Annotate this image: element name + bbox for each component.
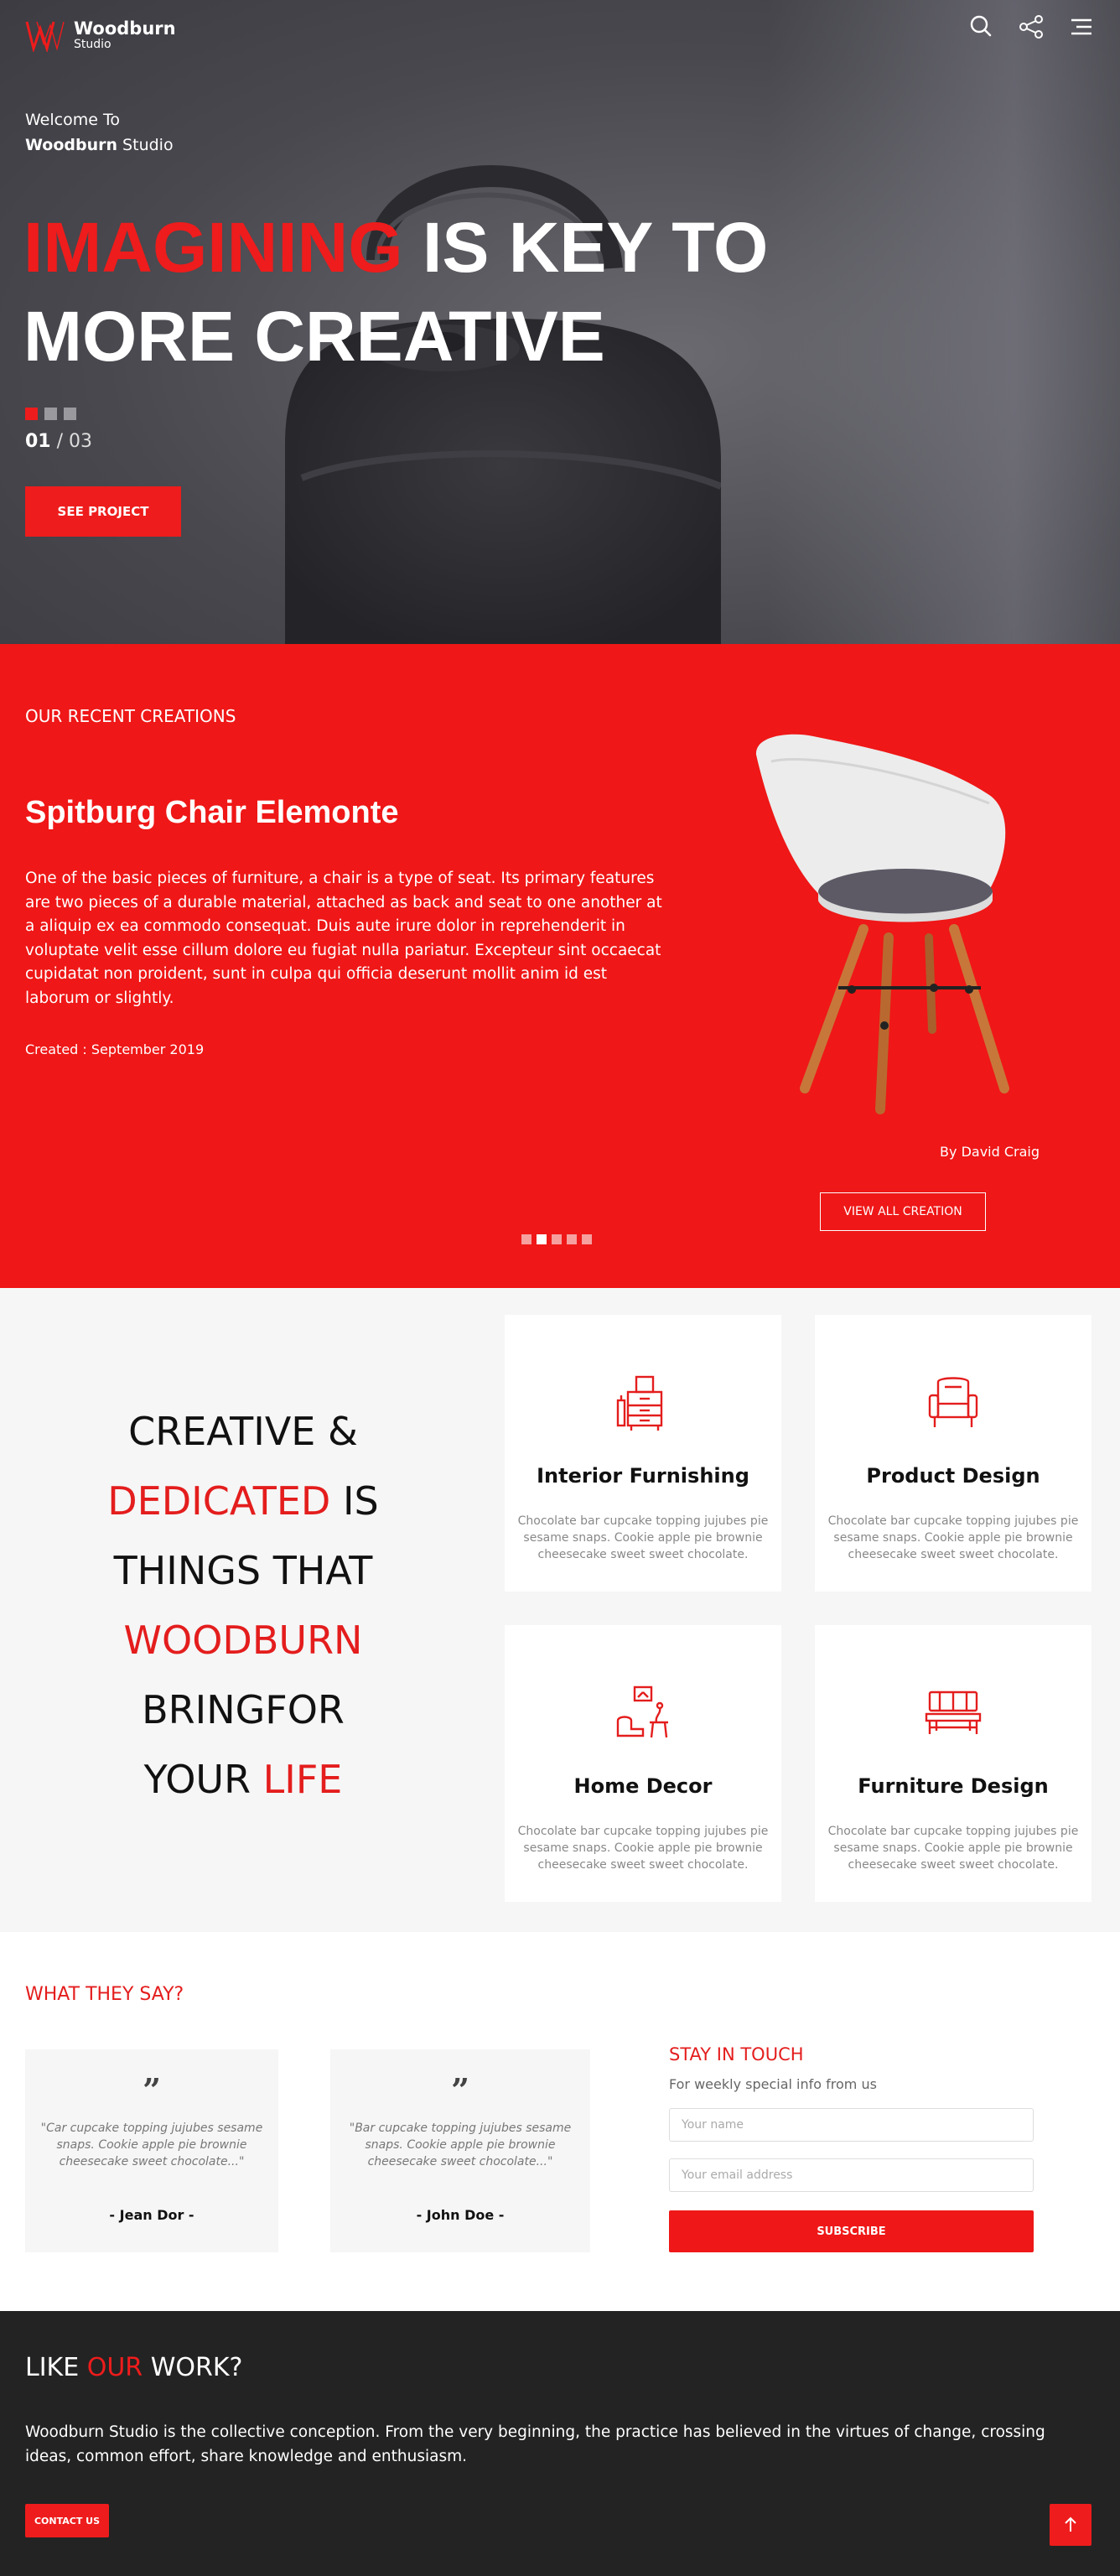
brand-logo[interactable]: Woodburn Studio — [25, 18, 176, 52]
tagline-line-5: BRINGFOR — [0, 1675, 486, 1745]
newsletter-subtitle: For weekly special info from us — [669, 2076, 877, 2092]
footer-cta-section: LIKE OUR WORK? Woodburn Studio is the co… — [0, 2311, 1120, 2576]
hero-section: Woodburn Studio Welcome To Woodburn Stud… — [0, 0, 1120, 644]
product-created-date: Created : September 2019 — [25, 1041, 205, 1057]
testimonial-card: ” "Car cupcake topping jujubes sesame sn… — [25, 2049, 278, 2252]
tagline-text: IS — [330, 1478, 379, 1524]
section-kicker: OUR RECENT CREATIONS — [25, 706, 236, 726]
card-title: Product Design — [866, 1464, 1040, 1488]
testimonials-title: WHAT THEY SAY? — [25, 1984, 184, 2005]
service-card-interior[interactable]: Interior Furnishing Chocolate bar cupcak… — [505, 1315, 781, 1592]
tagline-highlight: LIFE — [262, 1757, 343, 1802]
testimonials-section: WHAT THEY SAY? ” "Car cupcake topping ju… — [0, 1932, 1120, 2311]
footer-title-highlight: OUR — [86, 2353, 143, 2382]
testimonial-card: ” "Bar cupcake topping jujubes sesame sn… — [330, 2049, 590, 2252]
footer-description: Woodburn Studio is the collective concep… — [25, 2423, 1045, 2465]
headline-line2: MORE CREATIVE — [23, 297, 605, 376]
brand-sub: Studio — [74, 38, 111, 51]
testimonial-author: - John Doe - — [416, 2207, 505, 2223]
name-input[interactable] — [669, 2108, 1034, 2142]
services-section: CREATIVE & DEDICATED IS THINGS THAT WOOD… — [0, 1288, 1120, 1932]
headline-rest: IS KEY TO — [402, 208, 769, 287]
hero-headline: IMAGINING IS KEY TO MORE CREATIVE — [23, 203, 768, 381]
view-all-creation-button[interactable]: VIEW ALL CREATION — [820, 1192, 986, 1231]
card-text: Chocolate bar cupcake topping jujubes pi… — [517, 1825, 769, 1872]
tagline-text: THINGS THAT — [113, 1548, 373, 1593]
tagline-line-6: YOUR LIFE — [0, 1745, 486, 1815]
tagline-highlight: WOODBURN — [123, 1618, 363, 1663]
card-title: Home Decor — [573, 1774, 713, 1798]
product-author: By David Craig — [940, 1144, 1040, 1160]
logo-mark-icon — [25, 21, 65, 52]
product-title: Spitburg Chair Elemonte — [25, 795, 399, 830]
see-project-button[interactable]: SEE PROJECT — [25, 486, 181, 537]
slide-counter: 01 / 03 — [25, 431, 92, 452]
hero-dot-3[interactable] — [64, 408, 76, 420]
tagline-text: BRINGFOR — [142, 1687, 345, 1732]
card-text: Chocolate bar cupcake topping jujubes pi… — [517, 1514, 769, 1561]
living-room-icon — [616, 1685, 668, 1738]
subscribe-button[interactable]: SUBSCRIBE — [669, 2210, 1034, 2252]
armchair-icon — [928, 1377, 978, 1427]
welcome-brand: Woodburn — [25, 136, 118, 154]
recent-dot-2[interactable] — [537, 1234, 547, 1244]
quote-icon: ” — [143, 2071, 161, 2109]
service-card-home-decor[interactable]: Home Decor Chocolate bar cupcake topping… — [505, 1625, 781, 1902]
slide-total: 03 — [69, 431, 93, 452]
tagline-highlight: DEDICATED — [107, 1478, 331, 1524]
bench-icon — [925, 1690, 982, 1734]
service-card-product[interactable]: Product Design Chocolate bar cupcake top… — [815, 1315, 1091, 1592]
search-icon[interactable] — [967, 13, 994, 40]
card-title: Interior Furnishing — [537, 1464, 749, 1488]
card-text: Chocolate bar cupcake topping jujubes pi… — [827, 1825, 1079, 1872]
tagline-line-3: THINGS THAT — [0, 1536, 486, 1606]
card-text: Chocolate bar cupcake topping jujubes pi… — [827, 1514, 1079, 1561]
testimonial-quote: "Bar cupcake topping jujubes sesame snap… — [349, 2122, 572, 2168]
email-input[interactable] — [669, 2158, 1034, 2192]
tagline-text: YOUR — [143, 1757, 263, 1802]
cabinet-icon — [616, 1375, 663, 1431]
newsletter-title: STAY IN TOUCH — [669, 2044, 804, 2064]
share-icon[interactable] — [1018, 13, 1045, 40]
hero-welcome: Welcome To Woodburn Studio — [25, 107, 174, 158]
tagline-line-1: CREATIVE & — [0, 1397, 486, 1467]
tagline-line-2: DEDICATED IS — [0, 1467, 486, 1536]
slide-current: 01 — [25, 431, 51, 452]
card-title: Furniture Design — [858, 1774, 1049, 1798]
contact-us-button[interactable]: CONTACT US — [25, 2504, 109, 2537]
top-nav-icons — [967, 13, 1095, 40]
recent-dot-5[interactable] — [582, 1234, 592, 1244]
footer-title-a: LIKE — [25, 2353, 87, 2382]
chair-image — [755, 734, 1009, 1114]
tagline-text: CREATIVE & — [128, 1409, 358, 1454]
product-description: One of the basic pieces of furniture, a … — [25, 870, 662, 1007]
footer-title-b: WORK? — [143, 2353, 243, 2382]
testimonial-quote: "Car cupcake topping jujubes sesame snap… — [40, 2122, 263, 2168]
menu-icon[interactable] — [1068, 13, 1095, 40]
welcome-rest: Studio — [117, 136, 174, 154]
recent-creations-section: OUR RECENT CREATIONS Spitburg Chair Elem… — [0, 644, 1120, 1288]
recent-dot-3[interactable] — [552, 1234, 562, 1244]
slide-sep: / — [50, 431, 70, 452]
footer-title: LIKE OUR WORK? — [25, 2353, 242, 2382]
quote-icon: ” — [451, 2071, 469, 2109]
recent-slider-dots — [521, 1234, 592, 1244]
testimonial-author: - Jean Dor - — [109, 2207, 194, 2223]
arrow-up-icon — [1065, 2516, 1076, 2532]
service-card-furniture[interactable]: Furniture Design Chocolate bar cupcake t… — [815, 1625, 1091, 1902]
recent-dot-4[interactable] — [567, 1234, 577, 1244]
hero-slider-dots — [25, 408, 76, 420]
welcome-line: Welcome To — [25, 111, 120, 129]
hero-dot-2[interactable] — [44, 408, 57, 420]
services-tagline: CREATIVE & DEDICATED IS THINGS THAT WOOD… — [0, 1397, 486, 1815]
tagline-line-4: WOODBURN — [0, 1606, 486, 1675]
hero-dot-1[interactable] — [25, 408, 38, 420]
headline-highlight: IMAGINING — [23, 208, 403, 287]
recent-dot-1[interactable] — [521, 1234, 531, 1244]
brand-name: Woodburn — [74, 18, 176, 39]
back-to-top-button[interactable] — [1050, 2504, 1091, 2546]
